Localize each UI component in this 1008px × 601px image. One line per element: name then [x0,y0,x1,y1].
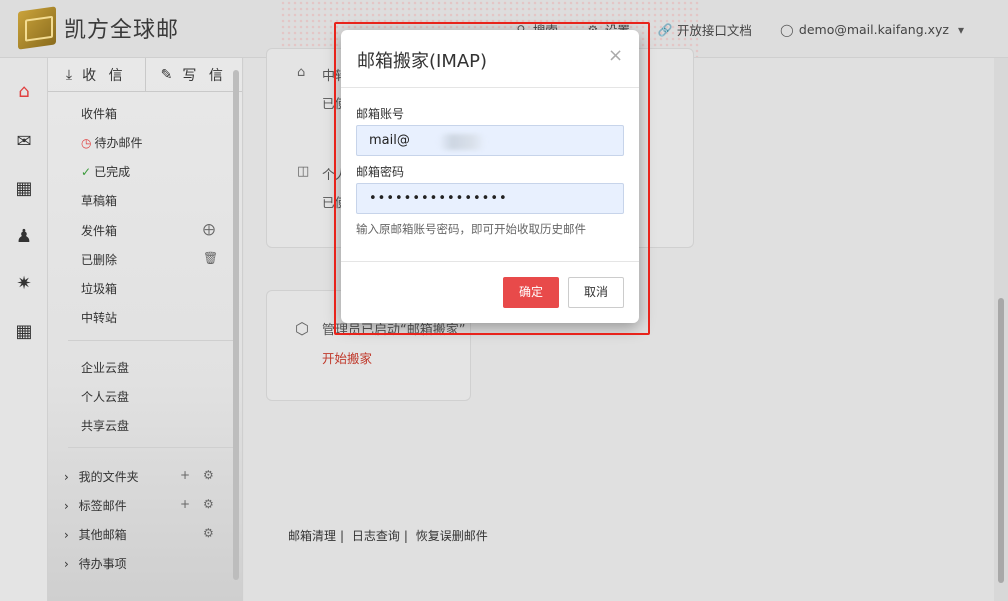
gear-icon[interactable]: ⚙ [203,526,214,540]
sidebar-item-outbox[interactable]: 发件箱 [81,222,117,239]
compose-bar: ⤓ 收 信 ✎ 写 信 [48,58,242,92]
sidebar-item-label: 待办事项 [78,557,127,571]
restore-deleted-link[interactable]: 恢复误删邮件 [416,529,488,543]
sidebar-divider [68,340,233,341]
sidebar-scrollbar[interactable] [233,70,239,580]
sidebar-group-tags[interactable]: › 标签邮件 [64,497,127,514]
add-user-icon[interactable]: ♟ [12,225,36,249]
sidebar-item-label: 共享云盘 [81,419,130,433]
sidebar-item-label: 中转站 [81,311,118,325]
log-query-link[interactable]: 日志查询 [352,529,400,543]
dialog-hint: 输入原邮箱账号密码，即可开始收取历史邮件 [356,222,586,236]
chevron-right-icon: › [64,469,69,484]
outbox-target-icon[interactable]: ⨁ [203,222,215,236]
sidebar-item-label: 草稿箱 [81,194,118,208]
left-icon-rail: ⌂ ✉ ▦ ♟ ✷ ▦ [0,58,48,601]
sidebar-group-my-folders[interactable]: › 我的文件夹 [64,468,139,485]
clock-icon: ◷ [81,135,92,150]
compose-button[interactable]: ✎ 写 信 [146,58,243,91]
trash-icon[interactable]: 🗑 [203,251,218,265]
sidebar-item-label: 发件箱 [81,224,118,238]
compose-label: 写 信 [182,67,227,84]
app-logo[interactable]: 凯方全球邮 [18,6,180,50]
box-icon: ⬡ [295,319,309,338]
disk-icon: ◫ [297,164,310,179]
mailbox-cleanup-link[interactable]: 邮箱清理 [288,529,336,543]
sidebar-item-transfer[interactable]: 中转站 [81,309,117,326]
footer-links: 邮箱清理 | 日志查询 | 恢复误删邮件 [288,527,492,544]
receive-button[interactable]: ⤓ 收 信 [48,58,146,91]
sidebar-item-personal-cloud[interactable]: 个人云盘 [81,388,129,405]
page-scrollbar[interactable] [994,58,1008,601]
chevron-right-icon: › [64,556,69,571]
sidebar-item-label: 待办邮件 [94,136,143,150]
user-icon: ◯ [780,22,794,37]
account-label: 邮箱账号 [356,107,405,121]
password-input[interactable]: •••••••••••••••• [356,183,624,214]
transfer-icon: ⌂ [297,65,306,80]
cancel-button[interactable]: 取消 [568,277,624,308]
sidebar-item-shared-cloud[interactable]: 共享云盘 [81,417,129,434]
api-docs-label: 开放接口文档 [676,23,752,38]
api-docs-link[interactable]: 🔗 开放接口文档 [658,20,752,39]
sidebar-item-label: 我的文件夹 [78,470,139,484]
account-value: mail@ [369,133,410,148]
sidebar-item-label: 收件箱 [81,107,118,121]
sidebar-item-deleted[interactable]: 已删除 [81,251,117,268]
sidebar-item-spam[interactable]: 垃圾箱 [81,280,117,297]
imap-migration-dialog: 邮箱搬家(IMAP) × 邮箱账号 mail@ 邮箱密码 •••••••••••… [341,30,639,323]
sidebar-group-other-mailboxes[interactable]: › 其他邮箱 [64,526,127,543]
confirm-button[interactable]: 确定 [503,277,559,308]
dialog-title: 邮箱搬家(IMAP) [357,51,488,72]
close-icon[interactable]: × [608,45,623,66]
inbox-download-icon: ⤓ [65,66,77,83]
account-menu[interactable]: ◯ demo@mail.kaifang.xyz ▾ [780,22,968,37]
sidebar-item-label: 个人云盘 [81,390,130,404]
sidebar-item-label: 已删除 [81,253,118,267]
account-label: demo@mail.kaifang.xyz [798,22,949,37]
caret-down-icon: ▾ [957,22,965,37]
account-input[interactable]: mail@ [356,125,624,156]
dialog-divider [341,261,639,262]
sidebar-item-label: 垃圾箱 [81,282,118,296]
disk-icon[interactable]: ✷ [12,272,36,296]
logo-box-icon [18,6,56,50]
check-icon: ✓ [81,164,92,179]
sidebar-item-label: 其他邮箱 [78,528,127,542]
dialog-divider [341,87,639,88]
page-scrollbar-thumb[interactable] [998,298,1004,583]
edit-icon: ✎ [160,66,177,83]
chevron-right-icon: › [64,498,69,513]
receive-label: 收 信 [82,67,127,84]
sidebar-item-done[interactable]: ✓ 已完成 [81,163,130,180]
sidebar-item-label: 已完成 [94,165,131,179]
sidebar-divider [68,447,233,448]
sidebar-item-label: 企业云盘 [81,361,130,375]
home-icon[interactable]: ⌂ [12,80,36,104]
mail-icon[interactable]: ✉ [12,130,36,154]
sidebar-item-drafts[interactable]: 草稿箱 [81,192,117,209]
sidebar-item-inbox[interactable]: 收件箱 [81,105,117,122]
calendar-icon[interactable]: ▦ [12,320,36,344]
link-separator: | [340,529,345,543]
add-tag-icon[interactable]: + [180,497,190,511]
app-name: 凯方全球邮 [64,18,180,43]
gear-icon[interactable]: ⚙ [203,468,214,482]
gear-icon[interactable]: ⚙ [203,497,214,511]
chevron-right-icon: › [64,527,69,542]
password-label: 邮箱密码 [356,165,405,179]
mail-sidebar: ⤓ 收 信 ✎ 写 信 收件箱 ◷ 待办邮件 ✓ 已完成 草稿箱 发件箱 ⨁ 已删除… [48,58,243,601]
redacted-blur [438,134,486,150]
sidebar-group-todos[interactable]: › 待办事项 [64,555,127,572]
link-icon: 🔗 [657,22,673,37]
sidebar-item-label: 标签邮件 [78,499,127,513]
start-migration-link[interactable]: 开始搬家 [322,348,372,367]
sidebar-item-todo[interactable]: ◷ 待办邮件 [81,134,143,151]
sidebar-item-enterprise-cloud[interactable]: 企业云盘 [81,359,129,376]
link-separator: | [403,529,408,543]
add-folder-icon[interactable]: + [180,468,190,482]
contacts-icon[interactable]: ▦ [12,177,36,201]
